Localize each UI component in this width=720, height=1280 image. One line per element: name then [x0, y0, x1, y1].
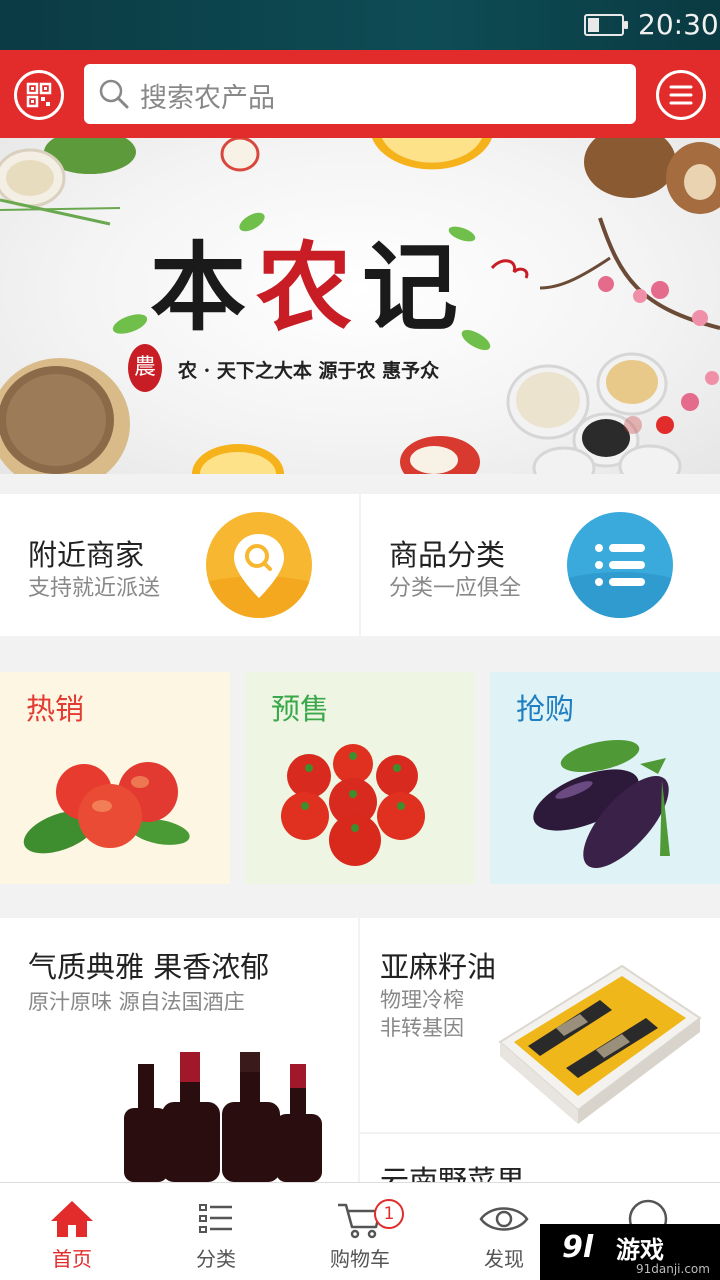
promo-banner[interactable]: 本农记 農 农 · 天下之大本 源于农 惠予众 — [0, 138, 720, 474]
home-icon — [51, 1201, 93, 1237]
search-bar[interactable]: 搜索农产品 — [84, 64, 636, 124]
product-categories-subtitle: 分类一应俱全 — [389, 576, 522, 601]
banner-title: 本农记 — [150, 210, 468, 349]
list-icon — [199, 1204, 232, 1233]
product-categories-card[interactable]: 商品分类 分类一应俱全 — [361, 494, 720, 636]
banner-title-char-1: 本 — [150, 231, 256, 344]
search-input[interactable]: 搜索农产品 — [140, 76, 275, 115]
tab-cart[interactable]: 1 购物车 — [288, 1183, 432, 1280]
battery-icon — [584, 14, 628, 36]
oil-gift-box-image — [498, 964, 702, 1124]
nearby-merchants-subtitle: 支持就近派送 — [28, 576, 161, 601]
menu-button[interactable] — [656, 70, 706, 120]
tab-home[interactable]: 首页 — [0, 1183, 144, 1280]
banner-subtitle: 农 · 天下之大本 源于农 惠予众 — [178, 360, 440, 382]
status-time: 20:30 — [638, 8, 719, 41]
pagination-dot[interactable] — [656, 416, 674, 434]
category-flash-sale[interactable]: 抢购 — [490, 672, 720, 884]
qr-scan-button[interactable] — [14, 70, 64, 120]
site-watermark: 9l 游戏 91danji.com — [540, 1224, 720, 1280]
tab-categories-label: 分类 — [196, 1247, 236, 1271]
wine-bottles-image — [124, 1052, 322, 1182]
category-presale[interactable]: 预售 — [245, 672, 475, 884]
watermark-url: 91danji.com — [636, 1262, 710, 1276]
watermark-title: 游戏 — [616, 1236, 664, 1264]
banner-seal: 農 — [128, 344, 162, 392]
tab-home-label: 首页 — [52, 1247, 92, 1271]
watermark-logo: 9l — [562, 1230, 594, 1265]
list-icon — [567, 512, 673, 618]
promo-yunnan-vegetables-card[interactable]: 云南野菜果 — [360, 1134, 720, 1198]
pagination-dot[interactable] — [624, 416, 642, 434]
tab-categories[interactable]: 分类 — [144, 1183, 288, 1280]
eggplants-image — [533, 739, 670, 868]
promo-linseed-oil-card[interactable]: 亚麻籽油 物理冷榨 非转基因 — [360, 918, 720, 1132]
banner-title-char-3: 记 — [362, 231, 468, 344]
app-header: 搜索农产品 — [0, 50, 720, 138]
cart-count-badge: 1 — [374, 1199, 404, 1229]
tomatoes-image — [281, 744, 425, 866]
product-categories-title: 商品分类 — [389, 538, 506, 572]
location-search-icon — [206, 512, 312, 618]
tab-cart-label: 购物车 — [330, 1247, 390, 1271]
promo-wine-card[interactable]: 气质典雅 果香浓郁 原汁原味 源自法国酒庄 — [0, 918, 358, 1182]
banner-title-char-2: 农 — [256, 231, 362, 344]
eye-icon — [479, 1207, 529, 1231]
nearby-merchants-title: 附近商家 — [28, 538, 145, 572]
apples-image — [23, 762, 190, 854]
search-icon — [99, 79, 129, 109]
menu-icon — [669, 85, 693, 105]
nearby-merchants-card[interactable]: 附近商家 支持就近派送 — [0, 494, 359, 636]
status-bar: 20:30 — [0, 0, 720, 50]
qr-code-icon — [26, 82, 52, 108]
category-hot-sale[interactable]: 热销 — [0, 672, 230, 884]
